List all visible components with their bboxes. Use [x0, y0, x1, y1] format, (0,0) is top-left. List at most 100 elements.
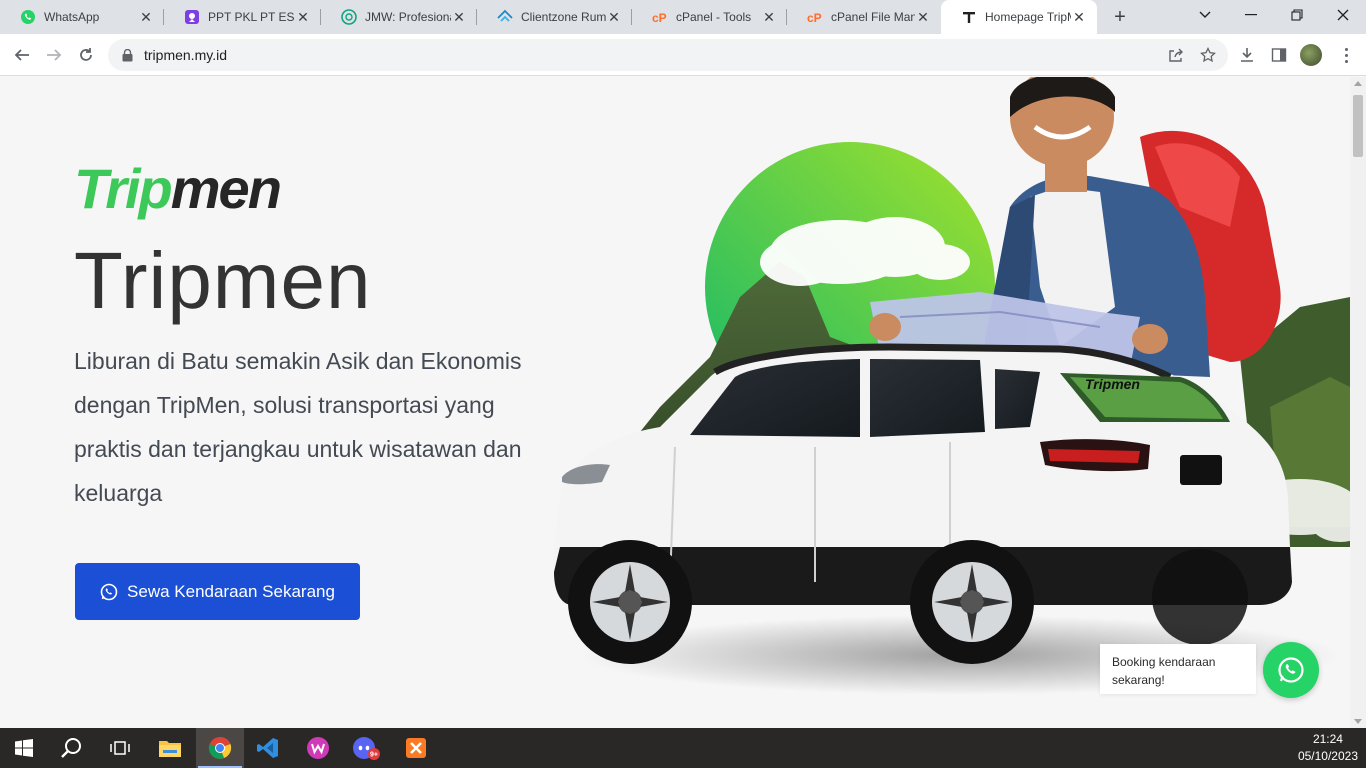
tab-title: cPanel File Mana: [831, 10, 915, 24]
whatsapp-float-button[interactable]: [1263, 642, 1319, 698]
close-icon: [1337, 9, 1349, 21]
hero-illustration: Tripmen: [553, 77, 1350, 695]
browser-toolbar: tripmen.my.id: [0, 34, 1366, 76]
system-clock[interactable]: 21:24 05/10/2023: [1298, 731, 1358, 765]
bookmark-button[interactable]: [1195, 42, 1221, 68]
tab-search-button[interactable]: [1182, 0, 1228, 30]
back-button[interactable]: [9, 42, 35, 68]
side-panel-button[interactable]: [1266, 42, 1292, 68]
chrome-taskbar-button[interactable]: [196, 728, 244, 768]
close-icon[interactable]: ✕: [451, 9, 467, 25]
start-button[interactable]: [0, 728, 48, 768]
tab-ppt-pkl[interactable]: PPT PKL PT ESOC ✕: [164, 0, 321, 34]
tab-title: cPanel - Tools: [676, 10, 752, 24]
chrome-icon: [208, 736, 232, 759]
reload-button[interactable]: [73, 42, 99, 68]
close-icon[interactable]: ✕: [915, 9, 931, 25]
url-text: tripmen.my.id: [144, 47, 227, 63]
tab-homepage-tripmen[interactable]: Homepage TripM ✕: [941, 0, 1097, 34]
xampp-button[interactable]: [392, 728, 440, 768]
minimize-icon: [1245, 14, 1257, 16]
tab-jmw[interactable]: JMW: Profesiona ✕: [321, 0, 477, 34]
address-bar[interactable]: tripmen.my.id: [108, 39, 1228, 71]
svg-text:cP: cP: [807, 11, 822, 25]
page-scrollbar[interactable]: [1350, 77, 1366, 728]
rent-vehicle-button[interactable]: Sewa Kendaraan Sekarang: [75, 563, 360, 620]
wheel-front: [568, 540, 692, 664]
logo-text-men: men: [170, 157, 282, 220]
tripmen-favicon: [961, 9, 977, 25]
tab-title: Homepage TripM: [985, 10, 1071, 24]
svg-text:cP: cP: [652, 11, 667, 25]
tab-cpanel-file-manager[interactable]: cP cPanel File Mana ✕: [787, 0, 941, 34]
discord-button[interactable]: 9+: [342, 728, 390, 768]
windows-taskbar: 9+ 21:24 05/10/2023: [0, 728, 1366, 768]
close-icon[interactable]: ✕: [761, 9, 777, 25]
close-window-button[interactable]: [1320, 0, 1366, 30]
restore-button[interactable]: [1274, 0, 1320, 30]
wheel-rear: [910, 540, 1034, 664]
minimize-button[interactable]: [1228, 0, 1274, 30]
search-icon: [61, 738, 81, 758]
chatgpt-icon: [341, 9, 357, 25]
search-button[interactable]: [48, 728, 96, 768]
side-panel-icon: [1271, 48, 1287, 62]
chrome-menu-button[interactable]: [1336, 42, 1356, 68]
file-explorer-button[interactable]: [146, 728, 194, 768]
tab-title: PPT PKL PT ESOC: [208, 10, 295, 24]
arrow-left-icon: [14, 49, 29, 61]
logo-text-trip: Trip: [74, 157, 173, 220]
folder-icon: [159, 741, 181, 757]
clock-time: 21:24: [1312, 732, 1343, 746]
download-icon: [1241, 48, 1253, 62]
downloads-button[interactable]: [1234, 42, 1260, 68]
license-plate: [1180, 455, 1222, 485]
hero-description: Liburan di Batu semakin Asik dan Ekonomi…: [74, 348, 522, 506]
discord-icon: 9+: [353, 737, 380, 760]
vscode-button[interactable]: [244, 728, 292, 768]
tab-cpanel-tools[interactable]: cP cPanel - Tools ✕: [632, 0, 787, 34]
tab-whatsapp[interactable]: WhatsApp ✕: [0, 0, 164, 34]
clock-date: 05/10/2023: [1297, 749, 1358, 763]
whatsapp-icon: [100, 583, 118, 600]
whatsapp-booking-bubble[interactable]: Booking kendaraan sekarang!: [1100, 644, 1256, 694]
task-view-icon: [110, 741, 130, 755]
cta-label: Sewa Kendaraan Sekarang: [127, 581, 335, 601]
wps-office-icon: [307, 737, 329, 759]
scroll-up-arrow-icon: [1354, 81, 1362, 86]
tab-clientzone[interactable]: Clientzone Ruma ✕: [477, 0, 632, 34]
vscode-icon: [257, 738, 278, 758]
tab-title: WhatsApp: [44, 10, 100, 24]
browser-tab-strip: WhatsApp ✕ PPT PKL PT ESOC ✕ JMW: Profes…: [0, 0, 1366, 34]
windows-logo-icon: [15, 739, 33, 757]
whatsapp-icon: [20, 9, 36, 25]
cpanel-icon: cP: [652, 9, 668, 25]
wps-office-button[interactable]: [294, 728, 342, 768]
cpanel-icon: cP: [807, 9, 823, 25]
webpage-viewport: Tripmen Tripmen Tripmen Liburan di Batu …: [0, 77, 1350, 728]
close-icon[interactable]: ✕: [138, 9, 154, 25]
reload-icon: [80, 48, 92, 61]
restore-icon: [1291, 9, 1303, 21]
tab-title: Clientzone Ruma: [521, 10, 606, 24]
close-icon[interactable]: ✕: [295, 9, 311, 25]
discord-badge: 9+: [370, 752, 378, 759]
share-icon: [1169, 48, 1183, 62]
close-icon[interactable]: ✕: [606, 9, 622, 25]
white-suv-car: Tripmen: [553, 343, 1292, 664]
task-view-button[interactable]: [96, 728, 144, 768]
scroll-down-arrow-icon: [1354, 719, 1362, 724]
lock-icon[interactable]: [122, 48, 134, 62]
forward-button[interactable]: [41, 42, 67, 68]
share-button[interactable]: [1163, 42, 1189, 68]
profile-avatar[interactable]: [1300, 44, 1322, 66]
hero-title: Tripmen: [74, 236, 372, 325]
scrollbar-thumb: [1353, 95, 1363, 157]
rumahweb-icon: [497, 9, 513, 25]
tripmen-logo[interactable]: Tripmen: [74, 157, 294, 221]
car-sticker-text: Tripmen: [1085, 376, 1140, 392]
close-icon[interactable]: ✕: [1071, 9, 1087, 25]
star-icon: [1200, 47, 1216, 63]
new-tab-button[interactable]: +: [1108, 5, 1132, 29]
arrow-right-icon: [47, 49, 62, 61]
